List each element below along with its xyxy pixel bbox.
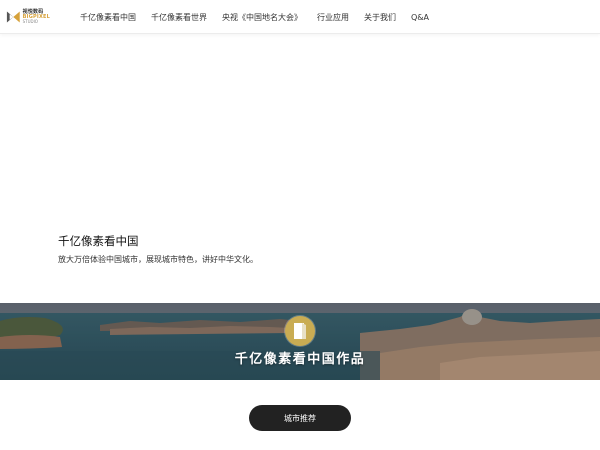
nav-item-china[interactable]: 千亿像素看中国 [80,12,136,23]
door-icon [285,316,315,346]
main-nav: 千亿像素看中国 千亿像素看世界 央视《中国地名大会》 行业应用 关于我们 Q&A [80,0,444,34]
city-recommend-button[interactable]: 城市推荐 [249,405,351,431]
logo-text: 视悦数码 BIGPIXEL STUDIO [23,10,50,24]
nav-item-about[interactable]: 关于我们 [364,12,396,23]
site-header: 视悦数码 BIGPIXEL STUDIO 千亿像素看中国 千亿像素看世界 央视《… [0,0,600,34]
nav-item-qa[interactable]: Q&A [411,13,429,22]
site-logo[interactable]: 视悦数码 BIGPIXEL STUDIO [6,8,50,26]
hero-subtitle: 放大万倍体验中国城市，展现城市特色，讲好中华文化。 [58,255,258,264]
nav-item-world[interactable]: 千亿像素看世界 [151,12,207,23]
nav-item-industry[interactable]: 行业应用 [317,12,349,23]
logo-line3: STUDIO [22,19,38,24]
hero-title: 千亿像素看中国 [58,234,139,248]
banner-title: 千亿像素看中国作品 [234,352,366,367]
logo-mark-icon [6,11,20,23]
nav-item-cctv[interactable]: 央视《中国地名大会》 [222,12,302,23]
